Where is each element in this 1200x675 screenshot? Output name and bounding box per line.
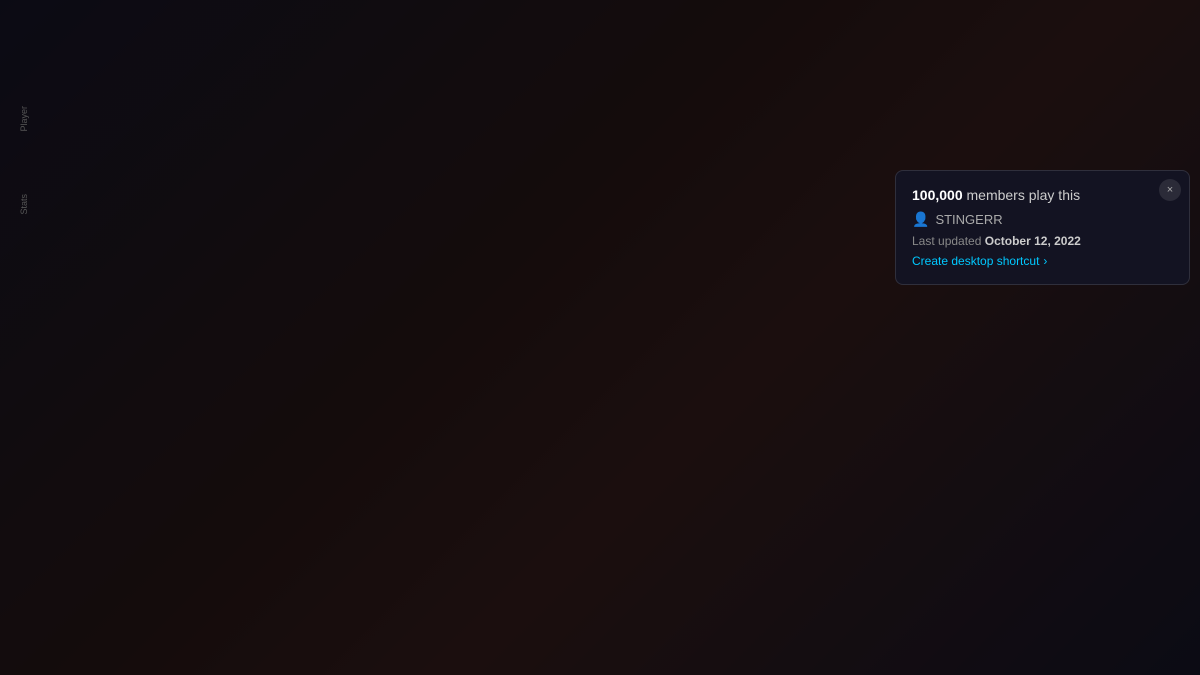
popup-updated: Last updated October 12, 2022 xyxy=(912,234,1173,248)
popup-members-label: members play this xyxy=(967,187,1081,203)
sidebar-label-stats: Stats xyxy=(19,194,29,215)
author-icon: 👤 xyxy=(912,211,929,228)
info-popup: × 100,000 members play this 👤 STINGERR L… xyxy=(895,170,1190,285)
popup-close-button[interactable]: × xyxy=(1159,179,1181,201)
popup-link-text: Create desktop shortcut xyxy=(912,254,1039,268)
popup-author: 👤 STINGERR xyxy=(912,211,1173,228)
popup-members-count: 100,000 xyxy=(912,187,963,203)
popup-author-name: STINGERR xyxy=(935,212,1002,227)
popup-members: 100,000 members play this xyxy=(912,187,1173,203)
popup-desktop-link[interactable]: Create desktop shortcut › xyxy=(912,254,1173,268)
popup-updated-label: Last updated xyxy=(912,234,981,248)
popup-updated-date: October 12, 2022 xyxy=(985,234,1081,248)
sidebar-label-player: Player xyxy=(19,106,29,132)
popup-link-arrow: › xyxy=(1043,254,1047,268)
